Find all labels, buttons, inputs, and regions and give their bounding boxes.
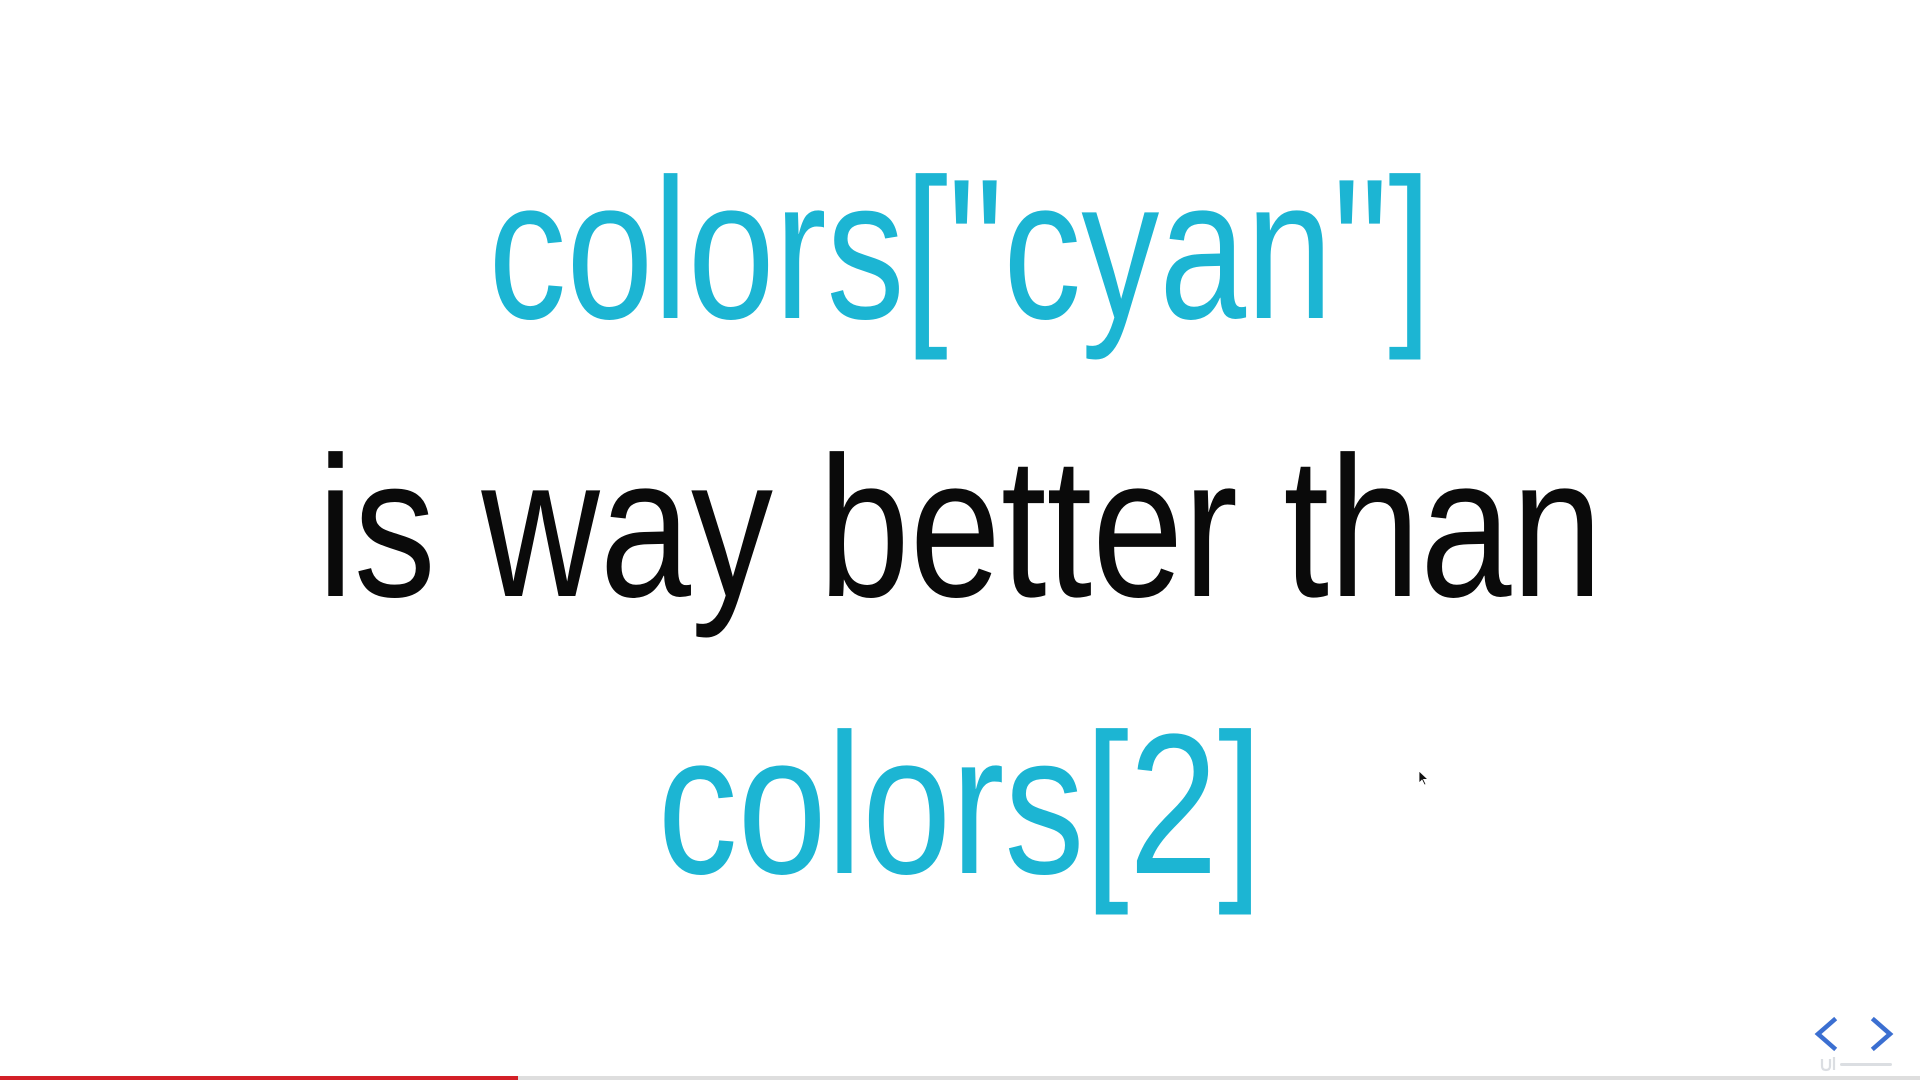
next-slide-button[interactable] — [1862, 1010, 1902, 1058]
udemy-logo-icon — [1818, 1054, 1898, 1074]
video-progress-bar[interactable] — [0, 1076, 1920, 1080]
slide-line-comparison: is way better than — [317, 416, 1603, 639]
slide-navigation — [1806, 1010, 1902, 1058]
chevron-left-icon — [1814, 1016, 1838, 1052]
chevron-right-icon — [1870, 1016, 1894, 1052]
slide-line-cyan-access: colors["cyan"] — [488, 138, 1432, 361]
slide-line-index-access: colors[2] — [657, 693, 1263, 916]
video-progress-fill — [0, 1076, 519, 1080]
previous-slide-button[interactable] — [1806, 1010, 1846, 1058]
slide-canvas: colors["cyan"] is way better than colors… — [0, 0, 1920, 1080]
mouse-cursor-icon — [1418, 770, 1430, 786]
